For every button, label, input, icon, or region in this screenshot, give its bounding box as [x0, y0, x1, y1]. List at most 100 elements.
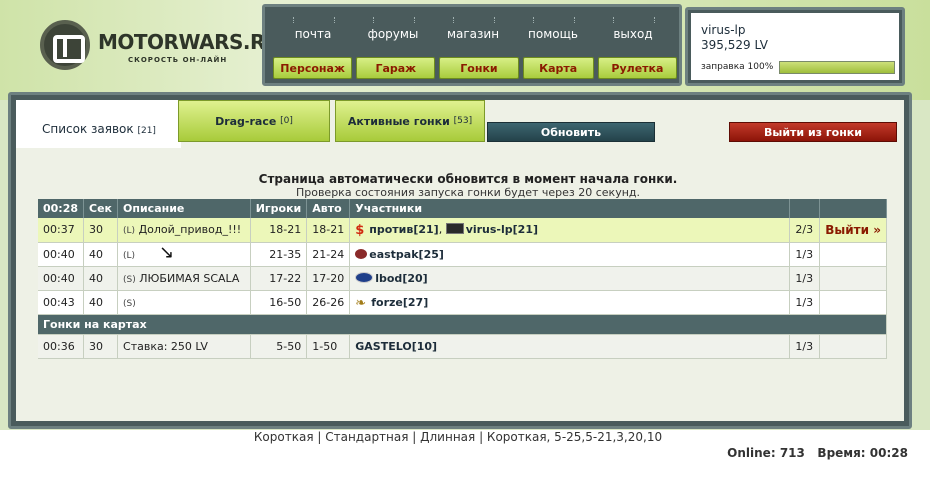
- row-participants: ❧ forze[27]: [349, 290, 791, 315]
- dark-badge-icon: [445, 223, 464, 235]
- header-action: [819, 199, 887, 218]
- link-short[interactable]: Короткая: [254, 430, 314, 444]
- row-action: [819, 290, 887, 315]
- nav-button-races[interactable]: Гонки: [439, 57, 519, 79]
- site-logo[interactable]: MOTORWARS.RU СКОРОСТЬ ОН-ЛАЙН: [40, 18, 281, 78]
- row-players: 18-21: [250, 218, 308, 243]
- participant-name[interactable]: virus-lp: [466, 223, 513, 236]
- row-participants: $ против[21], virus-lp[21]: [349, 218, 791, 243]
- row-description: (L) Долой_привод_!!!: [117, 218, 251, 243]
- participant-name[interactable]: lbod: [375, 272, 402, 285]
- row-participants: eastpak[25]: [349, 242, 791, 267]
- row-seconds: 40: [83, 290, 119, 315]
- user-money: 395,529 LV: [701, 38, 769, 52]
- row-players: 21-35: [250, 242, 308, 267]
- participant-name[interactable]: forze: [371, 296, 403, 309]
- table-row: 00:43 40 (S) 16-50 26-26 ❧ forze[27] 1/3: [38, 290, 887, 315]
- table-row: 00:40 40 (L) ↘ 21-35 21-24 eastpak[25] 1/…: [38, 241, 887, 267]
- header-count: [789, 199, 821, 218]
- online-label: Online:: [727, 446, 776, 460]
- row-description: (S): [117, 290, 251, 315]
- race-type-tag: (L): [123, 226, 136, 237]
- race-description: Долой_привод_!!!: [138, 223, 242, 237]
- nav-button-character[interactable]: Персонаж: [273, 57, 353, 79]
- time-label: Время:: [817, 446, 866, 460]
- leave-race-button[interactable]: Выйти из гонки: [729, 122, 897, 142]
- notice-main: Страница автоматически обновится в момен…: [258, 172, 678, 186]
- nav-link-logout[interactable]: выход: [593, 7, 673, 55]
- participant-level: [27]: [402, 295, 429, 309]
- link-short-custom[interactable]: Короткая, 5-25,5-21,3,20,10: [487, 430, 662, 444]
- participant-name[interactable]: против: [369, 223, 413, 236]
- race-requests-table: 00:28 Сек Описание Игроки Авто Участники…: [38, 199, 887, 359]
- nav-link-mail[interactable]: почта: [273, 7, 353, 55]
- header-participants: Участники: [349, 199, 791, 218]
- row-description: (S) ЛЮБИМАЯ SCALA: [117, 266, 251, 291]
- row-time: 00:36: [38, 334, 85, 359]
- logo-subtitle: СКОРОСТЬ ОН-ЛАЙН: [128, 56, 228, 64]
- participant-name[interactable]: eastpak: [369, 248, 418, 261]
- link-long[interactable]: Длинная: [420, 430, 475, 444]
- races-panel: Список заявок [21] Drag-race [0] Активны…: [8, 92, 912, 429]
- participant-level: [21]: [512, 223, 539, 237]
- row-time: 00:37: [38, 218, 85, 243]
- race-type-tag: (L): [123, 250, 136, 261]
- header-seconds: Сек: [83, 199, 119, 218]
- server-status: Online: 713 Время: 00:28: [727, 446, 908, 460]
- nav-button-garage[interactable]: Гараж: [356, 57, 436, 79]
- logo-icon: [40, 20, 90, 70]
- nav-button-map[interactable]: Карта: [522, 57, 594, 79]
- nav-link-forums[interactable]: форумы: [353, 7, 433, 55]
- nav-link-shop[interactable]: магазин: [433, 7, 513, 55]
- header-players: Игроки: [250, 199, 308, 218]
- participant-level: [21]: [413, 223, 439, 237]
- row-auto: 1-50: [306, 334, 351, 359]
- row-count: 2/3: [789, 218, 821, 243]
- tab-active-races-count: [53]: [453, 116, 473, 126]
- link-standard[interactable]: Стандартная: [325, 430, 408, 444]
- server-time: 00:28: [869, 446, 908, 460]
- user-panel: virus-lp 395,529 LV заправка 100%: [685, 7, 905, 86]
- row-participants: lbod[20]: [349, 266, 791, 291]
- row-auto: 21-24: [306, 242, 351, 267]
- nav-button-roulette[interactable]: Рулетка: [597, 57, 678, 79]
- row-count: 1/3: [789, 242, 821, 267]
- participant-level: [25]: [418, 247, 444, 261]
- row-auto: 17-20: [306, 266, 351, 291]
- race-type-tag: (S): [123, 274, 136, 285]
- table-row: 00:37 30 (L) Долой_привод_!!! 18-21 18-2…: [38, 218, 887, 243]
- participant-name[interactable]: GASTELO: [355, 340, 411, 353]
- row-description: Ставка: 250 LV: [117, 334, 251, 359]
- row-action: [819, 266, 887, 291]
- row-players: 17-22: [250, 266, 308, 291]
- header-timer: 00:28: [38, 199, 85, 218]
- online-count: 713: [779, 446, 805, 460]
- tab-drag-race[interactable]: Drag-race [0]: [178, 100, 330, 142]
- tab-active-races[interactable]: Активные гонки [53]: [335, 100, 485, 142]
- header-description: Описание: [117, 199, 251, 218]
- table-row: 00:40 40 (S) ЛЮБИМАЯ SCALA 17-22 17-20 l…: [38, 266, 887, 291]
- arrow-doodle-icon: ↘: [159, 241, 175, 263]
- race-type-tag: (S): [123, 298, 136, 309]
- row-action: [819, 334, 887, 359]
- user-name[interactable]: virus-lp: [701, 23, 746, 37]
- participant-level: [20]: [402, 271, 428, 285]
- exit-race-link[interactable]: Выйти »: [825, 223, 881, 237]
- row-action: Выйти »: [819, 218, 887, 243]
- row-players: 5-50: [250, 334, 308, 359]
- row-players: 16-50: [250, 290, 308, 315]
- row-seconds: 40: [83, 266, 119, 291]
- refresh-button[interactable]: Обновить: [487, 122, 655, 142]
- table-row: 00:36 30 Ставка: 250 LV 5-50 1-50 GASTEL…: [38, 334, 887, 359]
- race-type-links: Короткая | Стандартная | Длинная | Корот…: [253, 430, 663, 444]
- logo-title: MOTORWARS.RU: [98, 30, 281, 54]
- row-count: 1/3: [789, 334, 821, 359]
- mazda-badge-icon: [355, 248, 368, 259]
- nav-link-help[interactable]: помощь: [513, 7, 593, 55]
- tab-request-list[interactable]: Список заявок [21]: [16, 100, 181, 148]
- row-auto: 18-21: [306, 218, 351, 243]
- row-count: 1/3: [789, 266, 821, 291]
- row-count: 1/3: [789, 290, 821, 315]
- top-navigation: почта форумы магазин помощь выход Персон…: [262, 4, 682, 86]
- notice-sub: Проверка состояния запуска гонки будет ч…: [295, 186, 641, 199]
